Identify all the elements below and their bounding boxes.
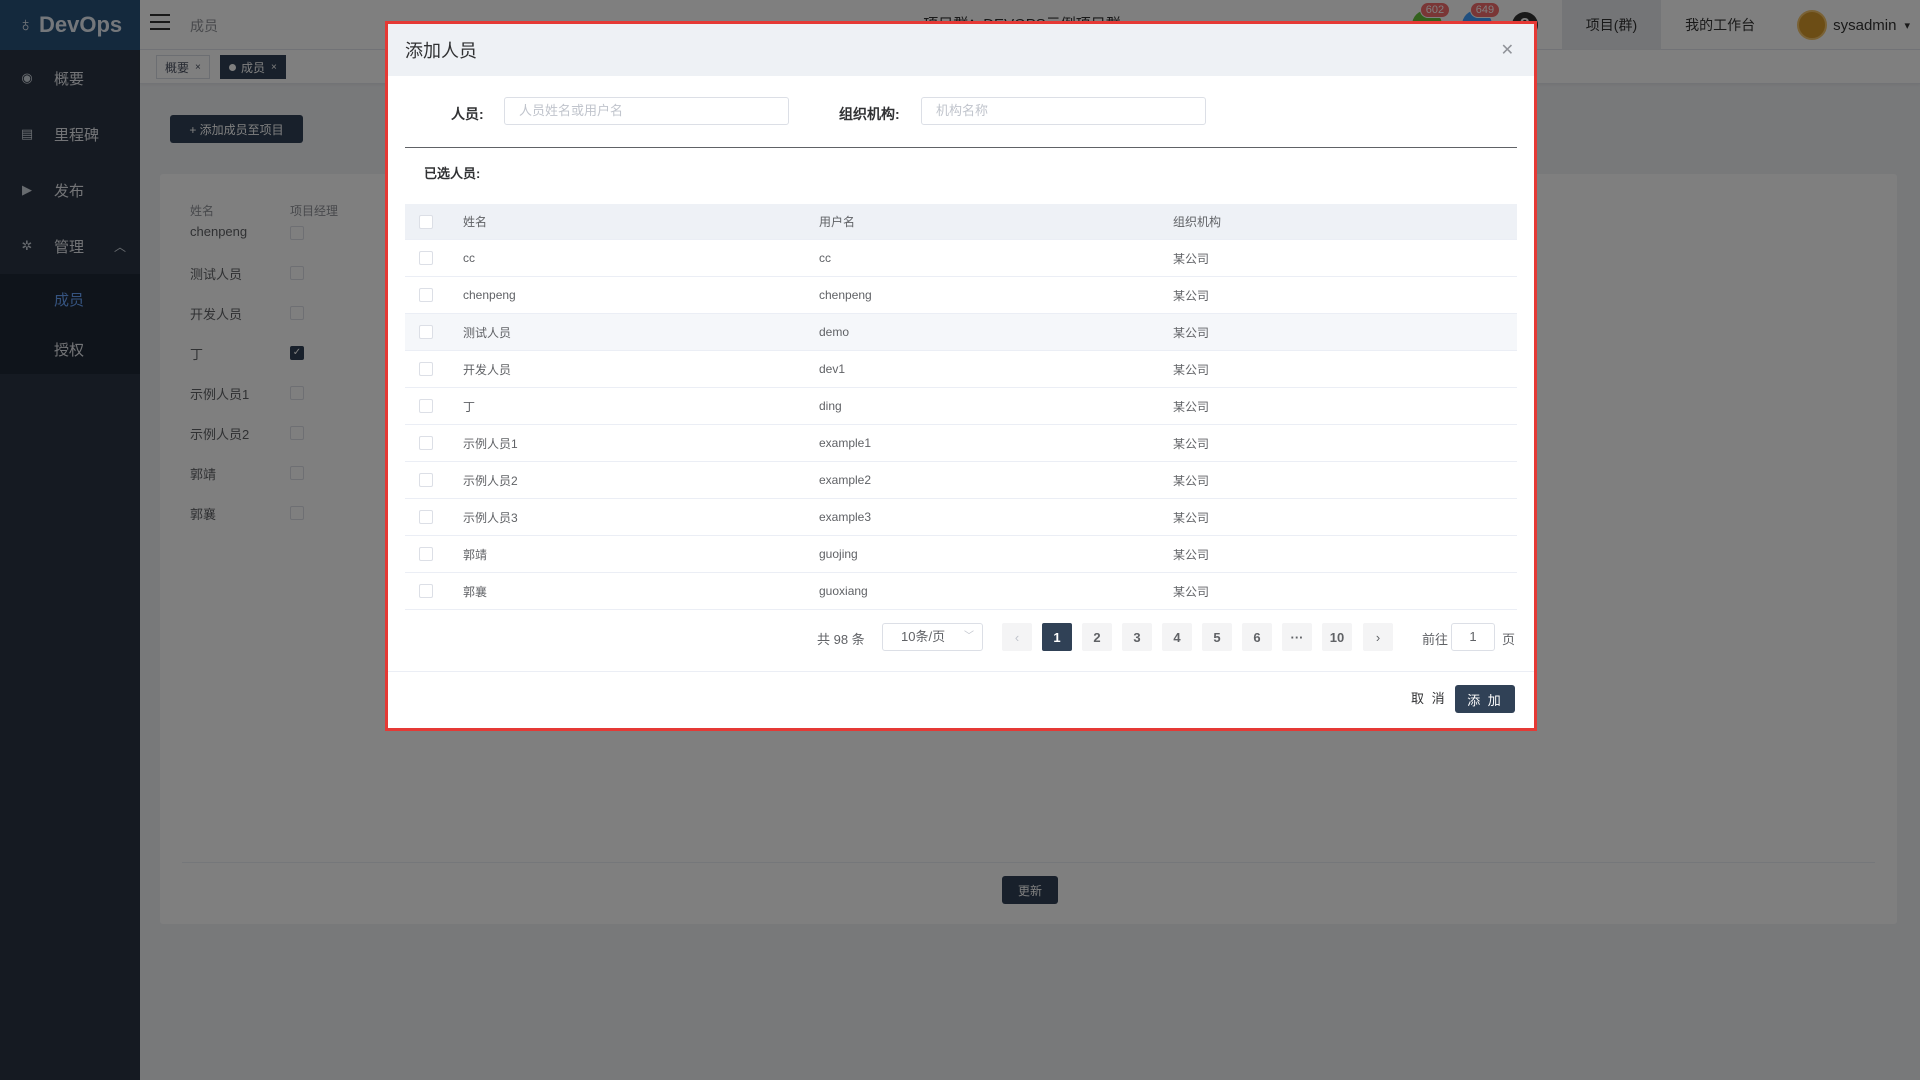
table-row[interactable]: cc cc 某公司 [405, 240, 1517, 277]
cell-name: cc [463, 251, 475, 265]
page-button[interactable]: 1 [1042, 623, 1072, 651]
cell-org: 某公司 [1173, 547, 1210, 562]
divider [388, 671, 1534, 672]
cancel-button[interactable]: 取 消 [1411, 685, 1447, 713]
cell-username: ding [819, 399, 842, 413]
cell-username: dev1 [819, 362, 846, 376]
goto-label: 前往 [1422, 632, 1449, 647]
person-table: 姓名 用户名 组织机构 cc cc 某公司 chenpeng chenpeng 某公司 测试… [405, 204, 1517, 610]
next-page-button[interactable]: › [1363, 623, 1393, 651]
cell-username: demo [819, 325, 850, 339]
table-row[interactable]: 郭靖 guojing 某公司 [405, 536, 1517, 573]
cell-org: 某公司 [1173, 584, 1210, 599]
page-button[interactable]: 5 [1202, 623, 1232, 651]
cell-name: 郭襄 [463, 584, 488, 599]
person-label: 人员: [451, 106, 484, 122]
cell-org: 某公司 [1173, 362, 1210, 377]
table-row[interactable]: 测试人员 demo 某公司 [405, 314, 1517, 351]
page-suffix: 页 [1502, 632, 1516, 647]
org-label: 组织机构: [839, 106, 900, 122]
page-button[interactable]: 6 [1242, 623, 1272, 651]
cell-name: 示例人员3 [463, 510, 518, 525]
cell-org: 某公司 [1173, 288, 1210, 303]
row-checkbox[interactable] [419, 325, 433, 339]
goto-page-input[interactable]: 1 [1451, 623, 1495, 651]
row-checkbox[interactable] [419, 362, 433, 376]
column-org: 组织机构 [1173, 215, 1222, 229]
cell-name: 测试人员 [463, 325, 512, 340]
page-button[interactable]: 2 [1082, 623, 1112, 651]
row-checkbox[interactable] [419, 288, 433, 302]
person-search-input[interactable]: 人员姓名或用户名 [504, 97, 789, 125]
page-size-value: 10条/页 [901, 629, 946, 644]
chevron-down-icon: ﹀ [964, 631, 974, 642]
page-button[interactable]: 10 [1322, 623, 1352, 651]
page-button[interactable]: 3 [1122, 623, 1152, 651]
cell-name: 丁 [463, 399, 476, 414]
table-body: cc cc 某公司 chenpeng chenpeng 某公司 测试人员 demo 某公司 开发人… [405, 240, 1517, 610]
confirm-add-button[interactable]: 添 加 [1455, 685, 1515, 713]
cell-username: cc [819, 251, 831, 265]
selected-persons-label: 已选人员: [424, 166, 481, 181]
column-name: 姓名 [463, 215, 488, 229]
table-row[interactable]: 示例人员1 example1 某公司 [405, 425, 1517, 462]
cell-username: example2 [819, 473, 872, 487]
cell-org: 某公司 [1173, 436, 1210, 451]
search-row: 人员: 人员姓名或用户名 组织机构: 机构名称 [388, 97, 1534, 127]
cell-org: 某公司 [1173, 510, 1210, 525]
table-row[interactable]: chenpeng chenpeng 某公司 [405, 277, 1517, 314]
close-icon[interactable]: ✕ [1501, 40, 1514, 60]
cell-org: 某公司 [1173, 473, 1210, 488]
dialog-title: 添加人员 [405, 41, 477, 61]
page-size-select[interactable]: 10条/页 ﹀ [882, 623, 983, 651]
cell-name: 郭靖 [463, 547, 488, 562]
cell-org: 某公司 [1173, 325, 1210, 340]
cell-name: 开发人员 [463, 362, 512, 377]
table-row[interactable]: 示例人员3 example3 某公司 [405, 499, 1517, 536]
page-button[interactable]: 4 [1162, 623, 1192, 651]
cell-username: example1 [819, 436, 872, 450]
row-checkbox[interactable] [419, 584, 433, 598]
more-pages-button[interactable]: ··· [1282, 623, 1312, 651]
table-row[interactable]: 丁 ding 某公司 [405, 388, 1517, 425]
table-header: 姓名 用户名 组织机构 [405, 204, 1517, 240]
add-person-dialog: 添加人员 ✕ 人员: 人员姓名或用户名 组织机构: 机构名称 已选人员: 姓名 … [385, 21, 1537, 731]
row-checkbox[interactable] [419, 547, 433, 561]
cell-username: chenpeng [819, 288, 872, 302]
table-row[interactable]: 郭襄 guoxiang 某公司 [405, 573, 1517, 610]
org-search-input[interactable]: 机构名称 [921, 97, 1206, 125]
row-checkbox[interactable] [419, 251, 433, 265]
cell-username: guojing [819, 547, 858, 561]
select-all-checkbox[interactable] [419, 214, 433, 229]
cell-name: 示例人员1 [463, 436, 518, 451]
divider [405, 147, 1517, 148]
cell-username: guoxiang [819, 584, 868, 598]
pagination: 共 98 条 10条/页 ﹀ ‹ 1 2 3 4 5 6 ··· 10 › 前往 1 页 [388, 623, 1534, 651]
cell-name: chenpeng [463, 288, 516, 302]
table-row[interactable]: 开发人员 dev1 某公司 [405, 351, 1517, 388]
total-count: 共 98 条 [817, 632, 865, 647]
cell-org: 某公司 [1173, 251, 1210, 266]
row-checkbox[interactable] [419, 473, 433, 487]
cell-username: example3 [819, 510, 872, 524]
prev-page-button[interactable]: ‹ [1002, 623, 1032, 651]
cell-name: 示例人员2 [463, 473, 518, 488]
row-checkbox[interactable] [419, 436, 433, 450]
row-checkbox[interactable] [419, 399, 433, 413]
table-row[interactable]: 示例人员2 example2 某公司 [405, 462, 1517, 499]
cell-org: 某公司 [1173, 399, 1210, 414]
row-checkbox[interactable] [419, 510, 433, 524]
column-username: 用户名 [819, 215, 856, 229]
dialog-header: 添加人员 ✕ [388, 24, 1534, 76]
